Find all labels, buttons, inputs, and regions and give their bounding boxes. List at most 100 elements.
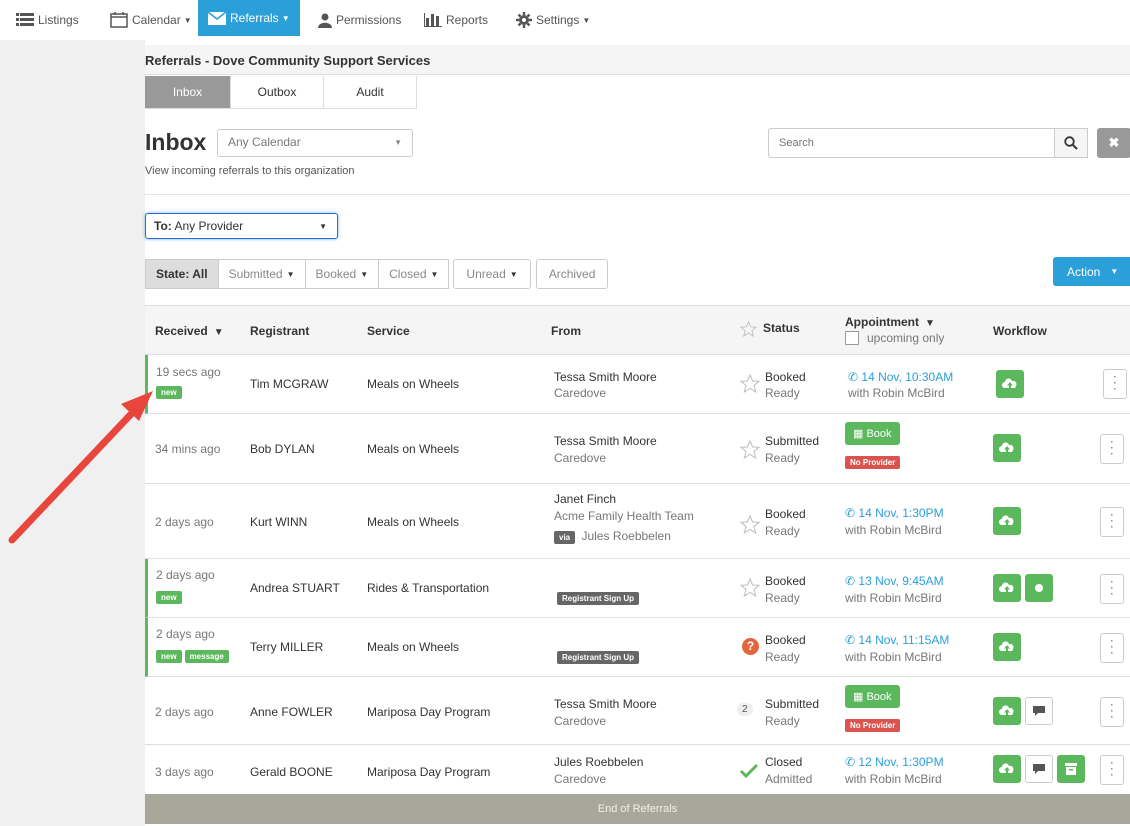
- row-menu-button[interactable]: · · ·: [1100, 507, 1124, 537]
- tab-outbox[interactable]: Outbox: [231, 76, 324, 109]
- nav-calendar-label: Calendar: [132, 13, 181, 27]
- workflow-upload-button[interactable]: [993, 434, 1021, 462]
- workflow-upload-button[interactable]: [993, 574, 1021, 602]
- row-menu-button[interactable]: · · ·: [1100, 697, 1124, 727]
- registrant-name[interactable]: Anne FOWLER: [250, 705, 333, 719]
- phone-icon: ✆: [845, 506, 856, 520]
- nav-settings[interactable]: Settings ▼: [506, 0, 600, 40]
- nav-permissions-label: Permissions: [336, 13, 402, 27]
- col-appointment-label: Appointment: [845, 315, 919, 329]
- table-row[interactable]: 34 mins ago Bob DYLAN Meals on Wheels Te…: [145, 414, 1130, 484]
- row-menu-button[interactable]: · · ·: [1103, 369, 1127, 399]
- workflow-archive-button[interactable]: [1057, 755, 1085, 783]
- appointment-link[interactable]: ✆ 13 Nov, 9:45AM: [845, 574, 944, 588]
- star-icon[interactable]: [740, 440, 760, 459]
- clear-search-button[interactable]: ✖: [1097, 128, 1130, 158]
- nav-reports[interactable]: Reports: [414, 0, 498, 40]
- filter-booked[interactable]: Booked ▼: [304, 259, 380, 289]
- registrant-name[interactable]: Tim MCGRAW: [250, 377, 328, 391]
- row-menu-button[interactable]: · · ·: [1100, 574, 1124, 604]
- table-row[interactable]: 19 secs ago new Tim MCGRAW Meals on Whee…: [145, 355, 1130, 414]
- chevron-down-icon: ▼: [582, 15, 591, 25]
- star-count-value: 2: [737, 703, 753, 716]
- workflow-upload-button[interactable]: [993, 697, 1021, 725]
- table-row[interactable]: 2 days ago Kurt WINN Meals on Wheels Jan…: [145, 484, 1130, 559]
- more-vertical-icon: · · ·: [1110, 577, 1114, 600]
- col-received[interactable]: Received ▼: [155, 324, 224, 338]
- search-button[interactable]: [1054, 128, 1088, 158]
- workflow-comment-button[interactable]: [1025, 755, 1053, 783]
- col-status[interactable]: Status: [739, 320, 800, 338]
- nav-listings-label: Listings: [38, 13, 79, 27]
- filter-closed[interactable]: Closed ▼: [378, 259, 450, 289]
- help-icon[interactable]: ?: [742, 638, 759, 655]
- service-name: Meals on Wheels: [367, 377, 460, 391]
- nav-calendar[interactable]: Calendar ▼: [100, 0, 202, 40]
- substatus-text: Ready: [765, 451, 800, 465]
- row-menu-button[interactable]: · · ·: [1100, 434, 1124, 464]
- new-badge: new: [156, 386, 182, 399]
- org-title: Referrals - Dove Community Support Servi…: [145, 53, 431, 68]
- workflow-upload-button[interactable]: [993, 755, 1021, 783]
- row-menu-button[interactable]: · · ·: [1100, 633, 1124, 663]
- book-button[interactable]: ▦ Book: [845, 685, 900, 708]
- envelope-icon: [208, 11, 226, 25]
- upcoming-only-toggle[interactable]: upcoming only: [845, 331, 944, 345]
- calendar-icon: ▦: [853, 691, 864, 703]
- more-vertical-icon: · · ·: [1110, 636, 1114, 659]
- workflow-upload-button[interactable]: [993, 507, 1021, 535]
- action-button[interactable]: Action ▼: [1053, 257, 1130, 286]
- appointment-link[interactable]: ✆ 12 Nov, 1:30PM: [845, 755, 944, 769]
- book-button-inner[interactable]: ▦ Book: [845, 685, 900, 708]
- more-vertical-icon: · · ·: [1110, 510, 1114, 533]
- table-row[interactable]: 3 days ago Gerald BOONE Mariposa Day Pro…: [145, 745, 1130, 795]
- table-row[interactable]: 2 days ago new message Terry MILLER Meals…: [145, 618, 1130, 677]
- from-name: Jules Roebbelen: [554, 755, 644, 769]
- star-icon[interactable]: [740, 374, 760, 393]
- filter-submitted[interactable]: Submitted ▼: [217, 259, 306, 289]
- via-badge: via: [554, 531, 576, 544]
- col-appointment[interactable]: Appointment ▼: [845, 315, 935, 329]
- nav-referrals[interactable]: Referrals ▼: [198, 0, 300, 36]
- table-row[interactable]: 2 days ago new Andrea STUART Rides & Tra…: [145, 559, 1130, 618]
- star-icon[interactable]: [740, 578, 760, 597]
- search-input[interactable]: [768, 128, 1054, 158]
- workflow-upload-button[interactable]: [996, 370, 1024, 398]
- filter-unread-label: Unread: [466, 267, 506, 281]
- chevron-down-icon: ▼: [281, 13, 290, 23]
- status-text: Booked: [765, 507, 806, 521]
- appointment-with: with Robin McBird: [845, 772, 942, 786]
- filter-state-all[interactable]: State: All: [145, 259, 219, 289]
- star-icon[interactable]: [740, 515, 760, 534]
- registrant-name[interactable]: Kurt WINN: [250, 515, 307, 529]
- star-count[interactable]: 2: [737, 701, 753, 716]
- registrant-name[interactable]: Andrea STUART: [250, 581, 340, 595]
- appointment-link[interactable]: ✆ 14 Nov, 1:30PM: [845, 506, 944, 520]
- table-header: Received ▼ Registrant Service From Status…: [145, 305, 1130, 355]
- workflow-comment-button[interactable]: [1025, 697, 1053, 725]
- filter-unread[interactable]: Unread ▼: [453, 259, 531, 289]
- upcoming-only-checkbox[interactable]: [845, 331, 859, 345]
- tab-audit[interactable]: Audit: [324, 76, 417, 109]
- book-label: Book: [866, 691, 892, 703]
- filter-archived[interactable]: Archived: [535, 259, 609, 289]
- checkmark-icon: [739, 763, 759, 779]
- registrant-name[interactable]: Terry MILLER: [250, 640, 323, 654]
- row-menu-button[interactable]: · · ·: [1100, 755, 1124, 785]
- book-button-inner[interactable]: ▦ Book: [845, 422, 900, 445]
- book-button[interactable]: ▦ Book: [845, 422, 900, 445]
- appointment-link[interactable]: ✆ 14 Nov, 10:30AM: [848, 370, 953, 384]
- workflow-record-button[interactable]: [1025, 574, 1053, 602]
- table-row[interactable]: 2 days ago Anne FOWLER Mariposa Day Prog…: [145, 677, 1130, 745]
- appointment-link[interactable]: ✆ 14 Nov, 11:15AM: [845, 633, 949, 647]
- org-header: Referrals - Dove Community Support Servi…: [145, 45, 1130, 75]
- nav-listings[interactable]: Listings: [6, 0, 89, 40]
- registrant-name[interactable]: Bob DYLAN: [250, 442, 315, 456]
- workflow-upload-button[interactable]: [993, 633, 1021, 661]
- nav-permissions[interactable]: Permissions: [308, 0, 411, 40]
- tab-inbox[interactable]: Inbox: [145, 76, 231, 109]
- provider-select[interactable]: To: Any Provider ▼: [145, 213, 338, 239]
- registrant-name[interactable]: Gerald BOONE: [250, 765, 333, 779]
- user-icon: [318, 13, 332, 28]
- calendar-select[interactable]: Any Calendar ▼: [217, 129, 413, 157]
